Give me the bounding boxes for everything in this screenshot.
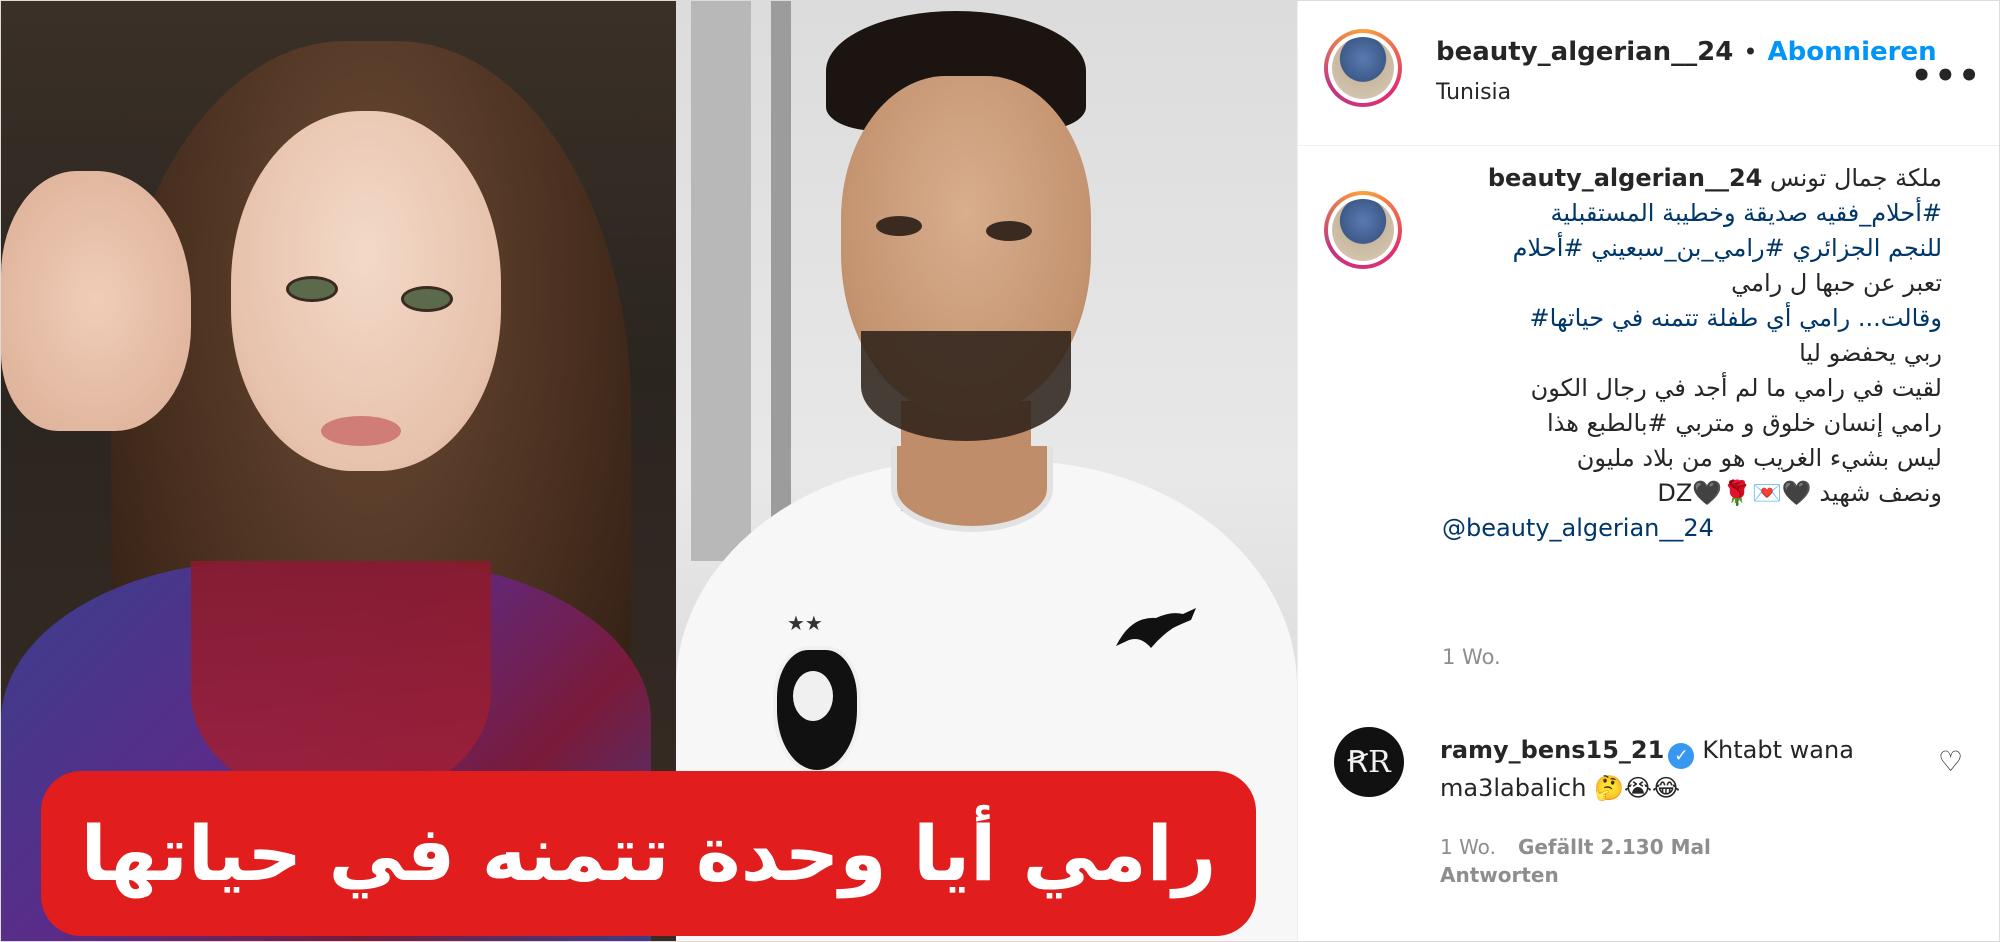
image-caption-banner: رامي أيا وحدة تتمنه في حياتها	[41, 771, 1256, 936]
caption-line-7: رامي إنسان خلوق و متربي #بالطبع هذا	[1546, 409, 1942, 437]
comment-timestamp[interactable]: 1 Wo.	[1440, 835, 1496, 859]
verified-badge-icon: ✓	[1668, 743, 1695, 769]
caption-timestamp[interactable]: 1 Wo.	[1442, 645, 1501, 669]
post-image[interactable]: ★★ رامي أيا وحدة تتمنه في حياتها	[1, 1, 1297, 941]
man-beard	[861, 331, 1071, 441]
author-avatar[interactable]	[1324, 29, 1402, 107]
comment-likes[interactable]: Gefällt 2.130 Mal	[1518, 835, 1711, 859]
comment-meta: 1 Wo. Gefällt 2.130 Mal	[1440, 835, 1711, 859]
woman-hand	[1, 171, 191, 431]
post-window: ★★ رامي أيا وحدة تتمنه في حياتها beauty_…	[0, 0, 2000, 942]
comment-emojis: 🤔😭😂	[1594, 774, 1681, 802]
comment-body: ramy_bens15_21 ✓ Khtabt wana ma3labalich 🤔…	[1440, 731, 1920, 807]
puma-logo-icon	[1111, 606, 1201, 656]
woman-dress-collar	[191, 561, 491, 801]
post-header: beauty_algerian__24 • Abonnieren Tunisia •…	[1298, 1, 1999, 146]
post-sidebar: beauty_algerian__24 • Abonnieren Tunisia •…	[1297, 1, 1999, 941]
caption-line-2[interactable]: للنجم الجزائري #رامي_بن_سبعيني #أحلام	[1442, 231, 1942, 266]
caption-section: ملكة جمال تونس beauty_algerian__24 #أحلا…	[1298, 145, 1999, 705]
woman-left-eye	[286, 276, 338, 302]
background-door-edge	[771, 1, 791, 561]
man-shirt-collar	[891, 446, 1053, 532]
header-user-row: beauty_algerian__24 • Abonnieren	[1436, 37, 1937, 67]
crest-stars-icon: ★★	[787, 611, 823, 635]
caption-mention-link[interactable]: @beauty_algerian__24	[1442, 511, 1942, 546]
club-crest-inner	[793, 671, 833, 721]
caption-line-5: ربي يحفضو ليا	[1799, 339, 1942, 367]
separator-dot: •	[1743, 38, 1758, 66]
caption-line-4[interactable]: وقالت... رامي أي طفلة تتمنه في حياتها#	[1442, 301, 1942, 336]
caption-line-6: لقيت في رامي ما لم أجد في رجال الكون	[1530, 374, 1942, 402]
more-options-icon[interactable]: •••	[1911, 56, 1982, 96]
post-location[interactable]: Tunisia	[1436, 80, 1511, 105]
caption-line-3: تعبر عن حبها ل رامي	[1731, 269, 1942, 297]
background-door	[691, 1, 751, 561]
caption-line-8: ليس بشيء الغريب هو من بلاد مليون	[1576, 444, 1942, 472]
author-username[interactable]: beauty_algerian__24	[1436, 37, 1733, 67]
man-left-eye	[876, 216, 922, 236]
woman-right-eye	[401, 286, 453, 312]
reply-button[interactable]: Antworten	[1440, 863, 1559, 887]
caption-line-0: ملكة جمال تونس beauty_algerian__24	[1487, 164, 1942, 192]
caption-line-1[interactable]: #أحلام_فقيه صديقة وخطيبة المستقبلية	[1442, 196, 1942, 231]
caption-line-9: ونصف شهيد 🖤💌🌹🖤DZ	[1657, 479, 1942, 507]
woman-lips	[321, 416, 401, 446]
commenter-username[interactable]: ramy_bens15_21	[1440, 736, 1664, 764]
image-caption-text: رامي أيا وحدة تتمنه في حياتها	[80, 809, 1217, 898]
caption-author-avatar[interactable]	[1324, 191, 1402, 269]
man-right-eye	[986, 221, 1032, 241]
comment-item: ꞦR ramy_bens15_21 ✓ Khtabt wana ma3labalic…	[1298, 717, 1999, 917]
caption-username[interactable]: beauty_algerian__24	[1488, 164, 1762, 192]
like-heart-icon[interactable]: ♡	[1938, 745, 1968, 778]
commenter-avatar[interactable]: ꞦR	[1334, 727, 1404, 797]
caption-text: ملكة جمال تونس beauty_algerian__24 #أحلا…	[1442, 161, 1942, 546]
